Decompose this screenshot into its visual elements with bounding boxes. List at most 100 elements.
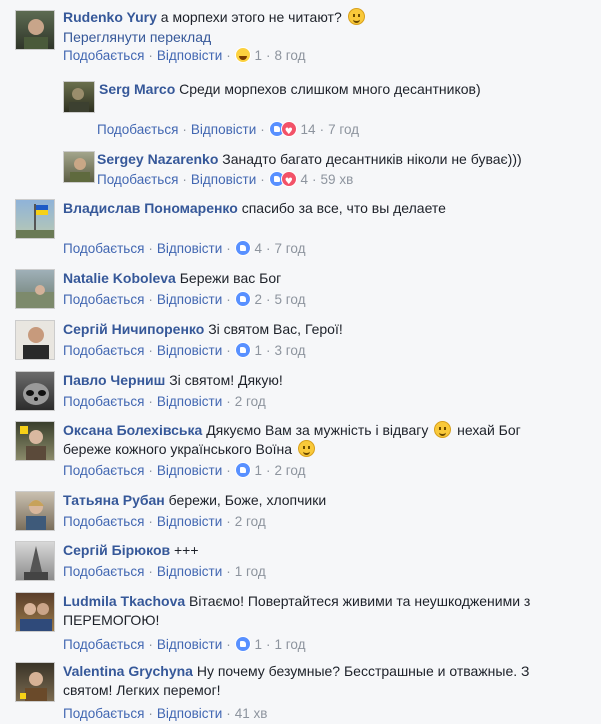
comment-author[interactable]: Владислав Пономаренко: [63, 200, 238, 216]
avatar[interactable]: [15, 371, 55, 411]
comment-text: Занадто багато десантників ніколи не був…: [222, 151, 522, 167]
comment-time[interactable]: 7 год: [275, 241, 306, 256]
comment-text: а морпехи этого не читают?: [160, 9, 342, 25]
love-reaction-icon: [280, 171, 297, 191]
comment-author[interactable]: Татьяна Рубан: [63, 492, 165, 508]
reaction-count[interactable]: 4: [301, 172, 309, 187]
see-translation-link[interactable]: Переглянути переклад: [63, 27, 593, 47]
comment-time[interactable]: 7 год: [328, 122, 359, 137]
like-reaction-icon: [234, 462, 251, 478]
avatar-image: [70, 158, 90, 182]
reply-link[interactable]: Відповісти: [157, 463, 222, 478]
smile-emoji-icon: [434, 421, 452, 438]
reaction-count[interactable]: 1: [255, 637, 263, 652]
comment-text: Вітаємо! Повертайтеся живими та неушкодж…: [189, 593, 531, 609]
avatar-image: [20, 426, 46, 460]
reply-link[interactable]: Відповісти: [157, 292, 222, 307]
comment-time[interactable]: 1 год: [235, 564, 266, 579]
comment-time[interactable]: 59 хв: [321, 172, 354, 187]
like-link[interactable]: Подобається: [97, 172, 178, 187]
reply-link[interactable]: Відповісти: [157, 343, 222, 358]
reply-link[interactable]: Відповісти: [157, 637, 222, 652]
avatar-image: [16, 285, 54, 308]
avatar[interactable]: [15, 269, 55, 309]
reactions-icon[interactable]: [268, 121, 297, 141]
reaction-count[interactable]: 1: [255, 48, 263, 63]
comment-time[interactable]: 41 хв: [235, 706, 268, 721]
avatar-image: [23, 327, 49, 359]
comment-time[interactable]: 3 год: [275, 343, 306, 358]
reaction-count[interactable]: 1: [255, 463, 263, 478]
reply-link[interactable]: Відповісти: [157, 394, 222, 409]
comment-author[interactable]: Serg Marco: [99, 81, 175, 97]
avatar[interactable]: [15, 662, 55, 702]
avatar[interactable]: [15, 541, 55, 581]
like-link[interactable]: Подобається: [63, 564, 144, 579]
comment-author[interactable]: Natalie Koboleva: [63, 270, 176, 286]
comment-author[interactable]: Sergey Nazarenko: [97, 151, 218, 167]
avatar[interactable]: [63, 81, 95, 113]
comment-text: Ну почему безумные? Бесстрашные и отважн…: [196, 663, 530, 679]
comment-author[interactable]: Сергій Бірюков: [63, 542, 170, 558]
comment-time[interactable]: 8 год: [275, 48, 306, 63]
reply-link[interactable]: Відповісти: [157, 514, 222, 529]
comment-time[interactable]: 2 год: [275, 463, 306, 478]
like-link[interactable]: Подобається: [63, 514, 144, 529]
like-link[interactable]: Подобається: [97, 122, 178, 137]
like-link[interactable]: Подобається: [63, 241, 144, 256]
reply-link[interactable]: Відповісти: [157, 564, 222, 579]
avatar[interactable]: [15, 421, 55, 461]
comment-author[interactable]: Rudenko Yury: [63, 9, 157, 25]
comment-text: Зі святом Вас, Герої!: [208, 321, 343, 337]
reactions-icon[interactable]: [234, 47, 251, 63]
reaction-count[interactable]: 1: [255, 343, 263, 358]
avatar-image: [20, 603, 52, 631]
avatar[interactable]: [15, 491, 55, 531]
reactions-icon[interactable]: [234, 240, 251, 256]
avatar-image: [26, 500, 46, 530]
reactions-icon[interactable]: [234, 462, 251, 478]
like-reaction-icon: [234, 636, 251, 652]
reactions-icon[interactable]: [268, 171, 297, 191]
avatar[interactable]: [15, 592, 55, 632]
comment-author[interactable]: Ludmila Tkachova: [63, 593, 185, 609]
comment-author[interactable]: Valentina Grychyna: [63, 663, 193, 679]
comment-time[interactable]: 2 год: [235, 514, 266, 529]
reply-link[interactable]: Відповісти: [191, 122, 256, 137]
like-link[interactable]: Подобається: [63, 343, 144, 358]
reactions-icon[interactable]: [234, 342, 251, 358]
like-link[interactable]: Подобається: [63, 292, 144, 307]
comment-text: ПЕРЕМОГОЮ!: [63, 612, 160, 628]
reply-link[interactable]: Відповісти: [157, 241, 222, 256]
like-link[interactable]: Подобається: [63, 463, 144, 478]
like-reaction-icon: [234, 291, 251, 307]
reaction-count[interactable]: 14: [301, 122, 316, 137]
reply-link[interactable]: Відповісти: [157, 706, 222, 721]
comment-time[interactable]: 1 год: [275, 637, 306, 652]
avatar[interactable]: [63, 151, 95, 183]
comment-time[interactable]: 2 год: [235, 394, 266, 409]
avatar[interactable]: [15, 320, 55, 360]
comment-time[interactable]: 5 год: [275, 292, 306, 307]
comment-text: спасибо за все, что вы делаете: [241, 200, 446, 216]
reply-link[interactable]: Відповісти: [157, 48, 222, 63]
comment-author[interactable]: Павло Черниш: [63, 372, 165, 388]
comment-author[interactable]: Оксана Болехівська: [63, 422, 202, 438]
reactions-icon[interactable]: [234, 636, 251, 652]
comment-author[interactable]: Сергій Ничипоренко: [63, 321, 204, 337]
like-link[interactable]: Подобається: [63, 637, 144, 652]
avatar-image: [24, 546, 48, 580]
reaction-count[interactable]: 2: [255, 292, 263, 307]
comment-text: бережи, Боже, хлопчики: [168, 492, 327, 508]
reactions-icon[interactable]: [234, 291, 251, 307]
avatar[interactable]: [15, 10, 55, 50]
reply-link[interactable]: Відповісти: [191, 172, 256, 187]
avatar[interactable]: [15, 199, 55, 239]
reaction-count[interactable]: 4: [255, 241, 263, 256]
like-link[interactable]: Подобається: [63, 706, 144, 721]
like-link[interactable]: Подобається: [63, 394, 144, 409]
avatar-image: [24, 19, 48, 49]
comment-text: +++: [174, 542, 199, 558]
wink-emoji-icon: [347, 8, 365, 25]
like-link[interactable]: Подобається: [63, 48, 144, 63]
